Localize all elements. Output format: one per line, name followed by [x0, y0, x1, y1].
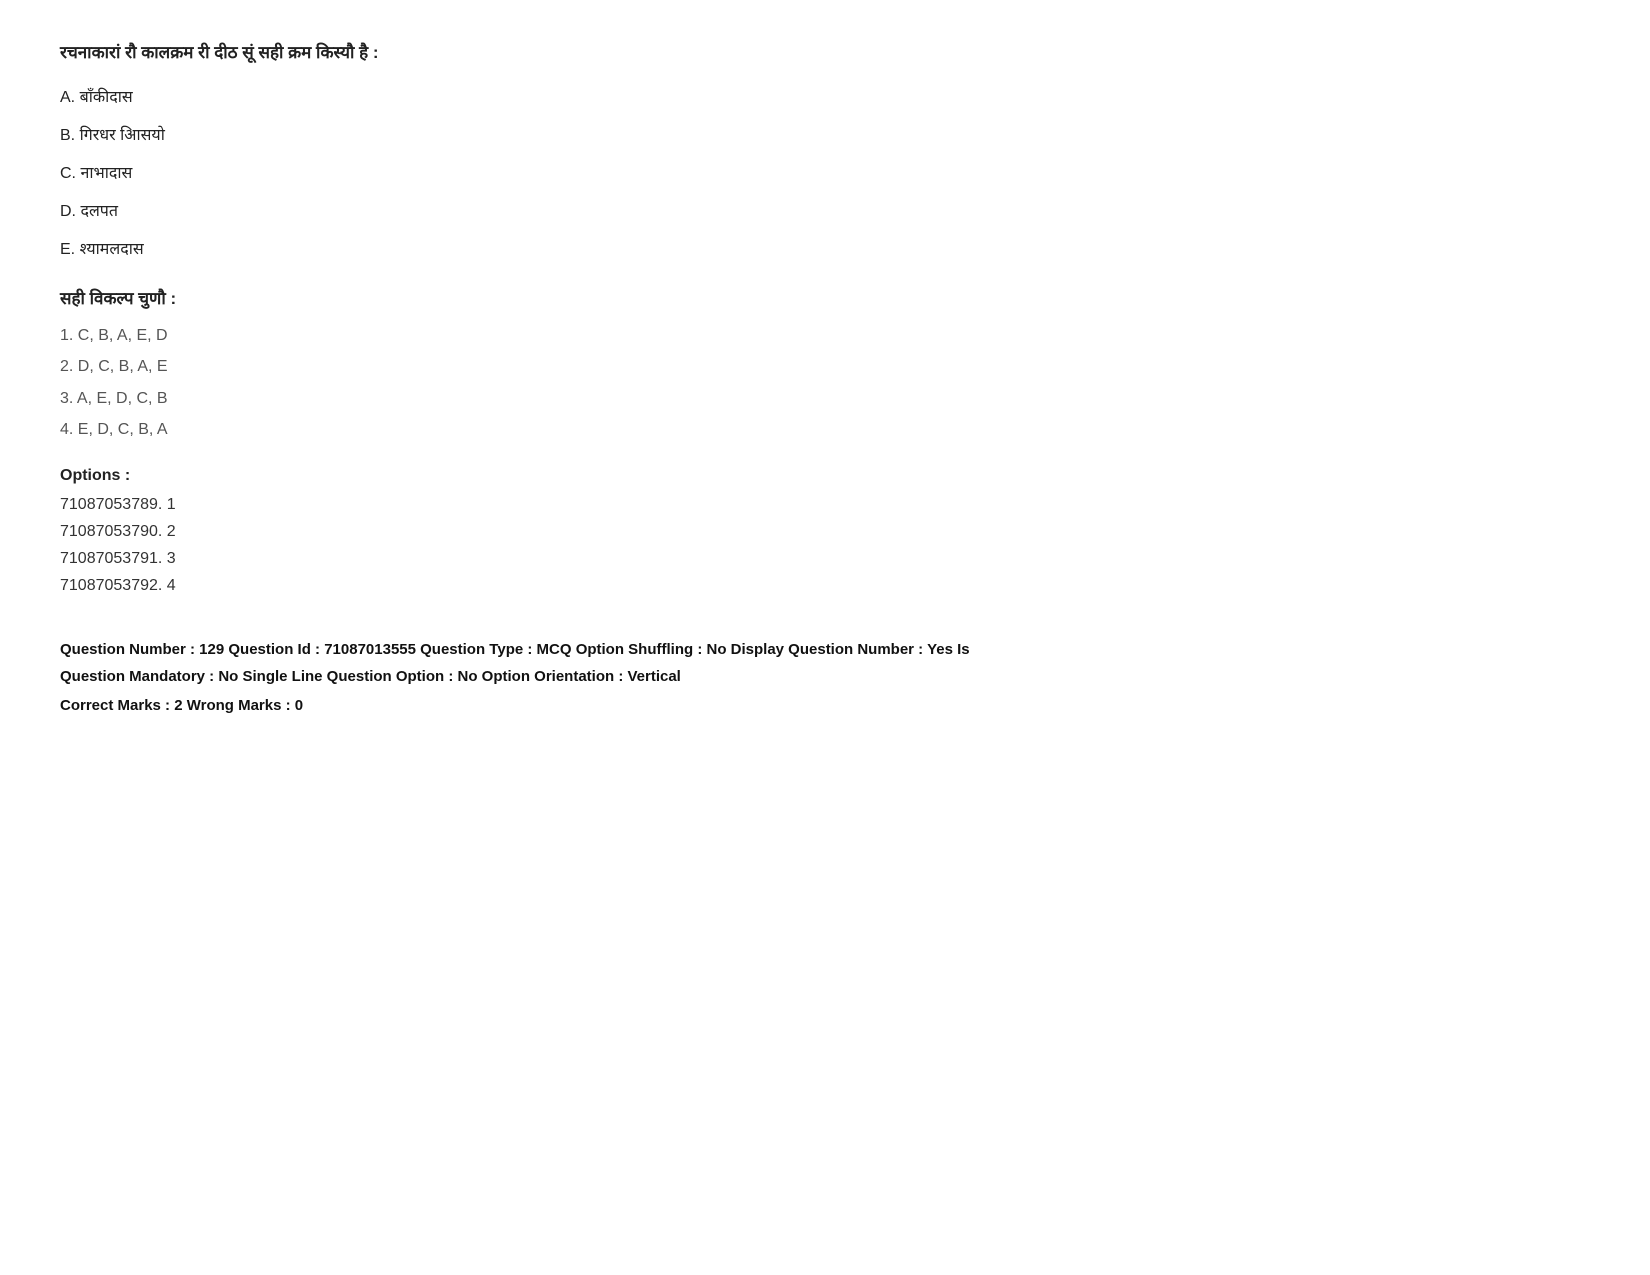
meta-line-3: Correct Marks : 2 Wrong Marks : 0 — [60, 692, 1590, 719]
meta-line-2: Question Mandatory : No Single Line Ques… — [60, 663, 1590, 690]
option-d-text: दलपत — [80, 203, 118, 220]
question-container: रचनाकारां रौ कालक्रम री दीठ सूं सही क्रम… — [60, 40, 1590, 719]
option-c-text: नाभादास — [80, 165, 132, 182]
options-section-label: Options : — [60, 467, 1590, 485]
option-d-label: D. — [60, 203, 76, 220]
option-a: A. बाँकीदास — [60, 86, 1590, 110]
option-e-text: श्यामलदास — [80, 241, 144, 258]
meta-info: Question Number : 129 Question Id : 7108… — [60, 636, 1590, 719]
meta-line-1: Question Number : 129 Question Id : 7108… — [60, 636, 1590, 663]
option-e-label: E. — [60, 241, 75, 258]
option-a-label: A. — [60, 89, 75, 106]
answer-option-2: 2. D, C, B, A, E — [60, 354, 1590, 380]
option-code-4: 71087053792. 4 — [60, 572, 1590, 599]
option-a-text: बाँकीदास — [80, 89, 133, 106]
option-code-3: 71087053791. 3 — [60, 545, 1590, 572]
options-list: A. बाँकीदास B. गिरधर आिसयो C. नाभादास D.… — [60, 86, 1590, 262]
option-c: C. नाभादास — [60, 162, 1590, 186]
answer-option-1: 1. C, B, A, E, D — [60, 323, 1590, 349]
option-b-text: गिरधर आिसयो — [80, 127, 165, 144]
option-b-label: B. — [60, 127, 75, 144]
option-b: B. गिरधर आिसयो — [60, 124, 1590, 148]
question-text: रचनाकारां रौ कालक्रम री दीठ सूं सही क्रम… — [60, 40, 1590, 66]
option-c-label: C. — [60, 165, 76, 182]
option-code-1: 71087053789. 1 — [60, 491, 1590, 518]
option-d: D. दलपत — [60, 200, 1590, 224]
option-codes-list: 71087053789. 1 71087053790. 2 7108705379… — [60, 491, 1590, 600]
correct-options-label: सही विकल्प चुणौ : — [60, 286, 1590, 309]
answer-option-4: 4. E, D, C, B, A — [60, 417, 1590, 443]
answer-options-list: 1. C, B, A, E, D 2. D, C, B, A, E 3. A, … — [60, 323, 1590, 443]
answer-option-3: 3. A, E, D, C, B — [60, 386, 1590, 412]
option-code-2: 71087053790. 2 — [60, 518, 1590, 545]
option-e: E. श्यामलदास — [60, 238, 1590, 262]
